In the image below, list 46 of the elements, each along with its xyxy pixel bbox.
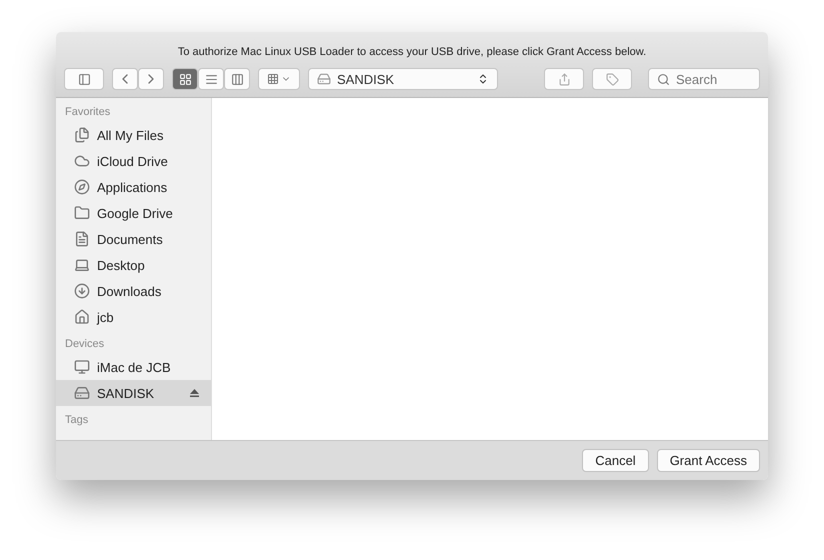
sidebar-section-title: Devices — [64, 338, 106, 352]
drive-icon — [317, 72, 331, 86]
sidebar-item[interactable]: jcb — [56, 304, 211, 330]
location-dropdown[interactable]: SANDISK — [308, 68, 498, 90]
sidebar-item[interactable]: Applications — [56, 174, 211, 200]
sidebar-section-title: Tags — [64, 414, 90, 428]
folder-icon — [74, 205, 90, 221]
drive-icon — [74, 385, 90, 401]
sidebar-toggle-button[interactable] — [64, 68, 104, 90]
back-button[interactable] — [112, 68, 138, 90]
view-mode-button[interactable] — [172, 68, 198, 90]
computer-icon — [74, 359, 90, 375]
view-mode-button[interactable] — [224, 68, 250, 90]
arrange-button[interactable] — [258, 68, 300, 90]
sidebar-item[interactable]: iCloud Drive — [56, 148, 211, 174]
document-icon — [74, 231, 90, 247]
forward-button[interactable] — [138, 68, 164, 90]
view-mode-icon — [178, 72, 192, 86]
search-field[interactable]: Search — [648, 68, 760, 90]
home-icon — [74, 309, 90, 325]
share-button[interactable] — [544, 68, 584, 90]
grant-access-button[interactable]: Grant Access — [656, 449, 760, 472]
grid-icon — [267, 73, 279, 85]
authorization-message: To authorize Mac Linux USB Loader to access your USB drive, please click Grant Access below. — [176, 45, 648, 60]
cloud-icon — [74, 153, 90, 169]
sidebar-item[interactable]: iMac de JCB — [56, 354, 211, 380]
updown-caret-icon — [477, 73, 489, 85]
view-mode-button[interactable] — [198, 68, 224, 90]
tag-button[interactable] — [592, 68, 632, 90]
view-mode-icon — [204, 72, 218, 86]
search-icon — [657, 73, 670, 86]
tag-icon — [606, 72, 618, 86]
share-icon — [558, 72, 570, 86]
files-icon — [74, 127, 90, 143]
sidebar-section-title: Favorites — [64, 106, 112, 120]
download-icon — [74, 283, 90, 299]
sidebar-item[interactable]: Documents — [56, 226, 211, 252]
sidebar-item[interactable]: Downloads — [56, 278, 211, 304]
sidebar-item[interactable]: Google Drive — [56, 200, 211, 226]
cancel-button[interactable]: Cancel — [582, 449, 649, 472]
sidebar-item[interactable]: SANDISK — [56, 380, 211, 406]
eject-icon[interactable] — [190, 389, 199, 397]
view-mode-icon — [230, 72, 244, 86]
sidebar-item[interactable]: Desktop — [56, 252, 211, 278]
sidebar-icon — [78, 72, 90, 86]
sidebar-item[interactable]: All My Files — [56, 122, 211, 148]
